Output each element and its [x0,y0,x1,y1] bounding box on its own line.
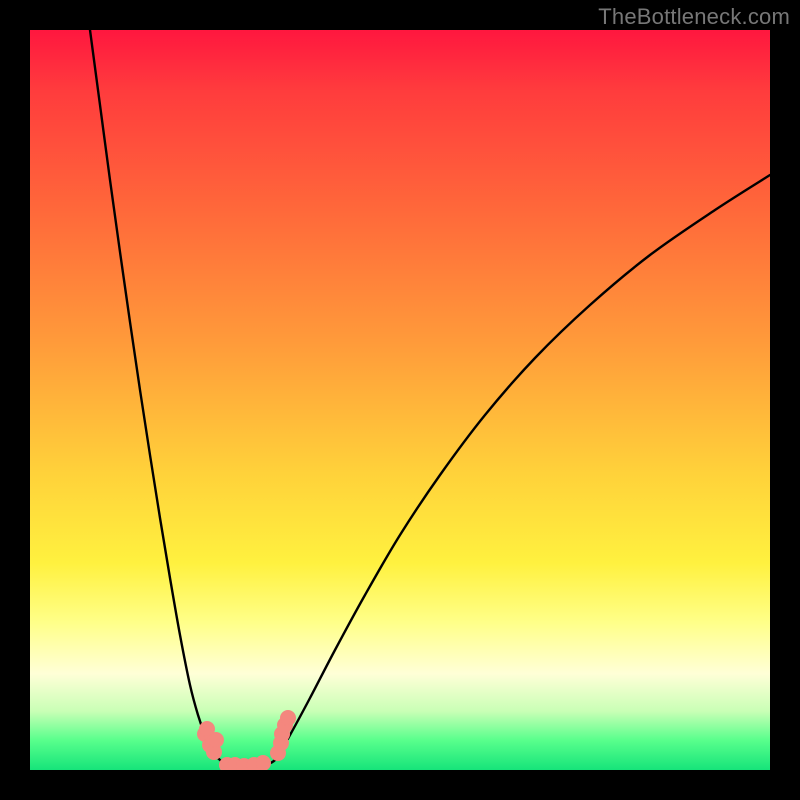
data-marker [281,711,296,726]
marker-layer [198,711,296,771]
chart-frame: TheBottleneck.com [0,0,800,800]
bottleneck-curve [90,30,770,767]
data-marker [209,733,224,748]
curve-svg [30,30,770,770]
data-marker [256,756,271,771]
watermark-text: TheBottleneck.com [598,4,790,30]
plot-area [30,30,770,770]
